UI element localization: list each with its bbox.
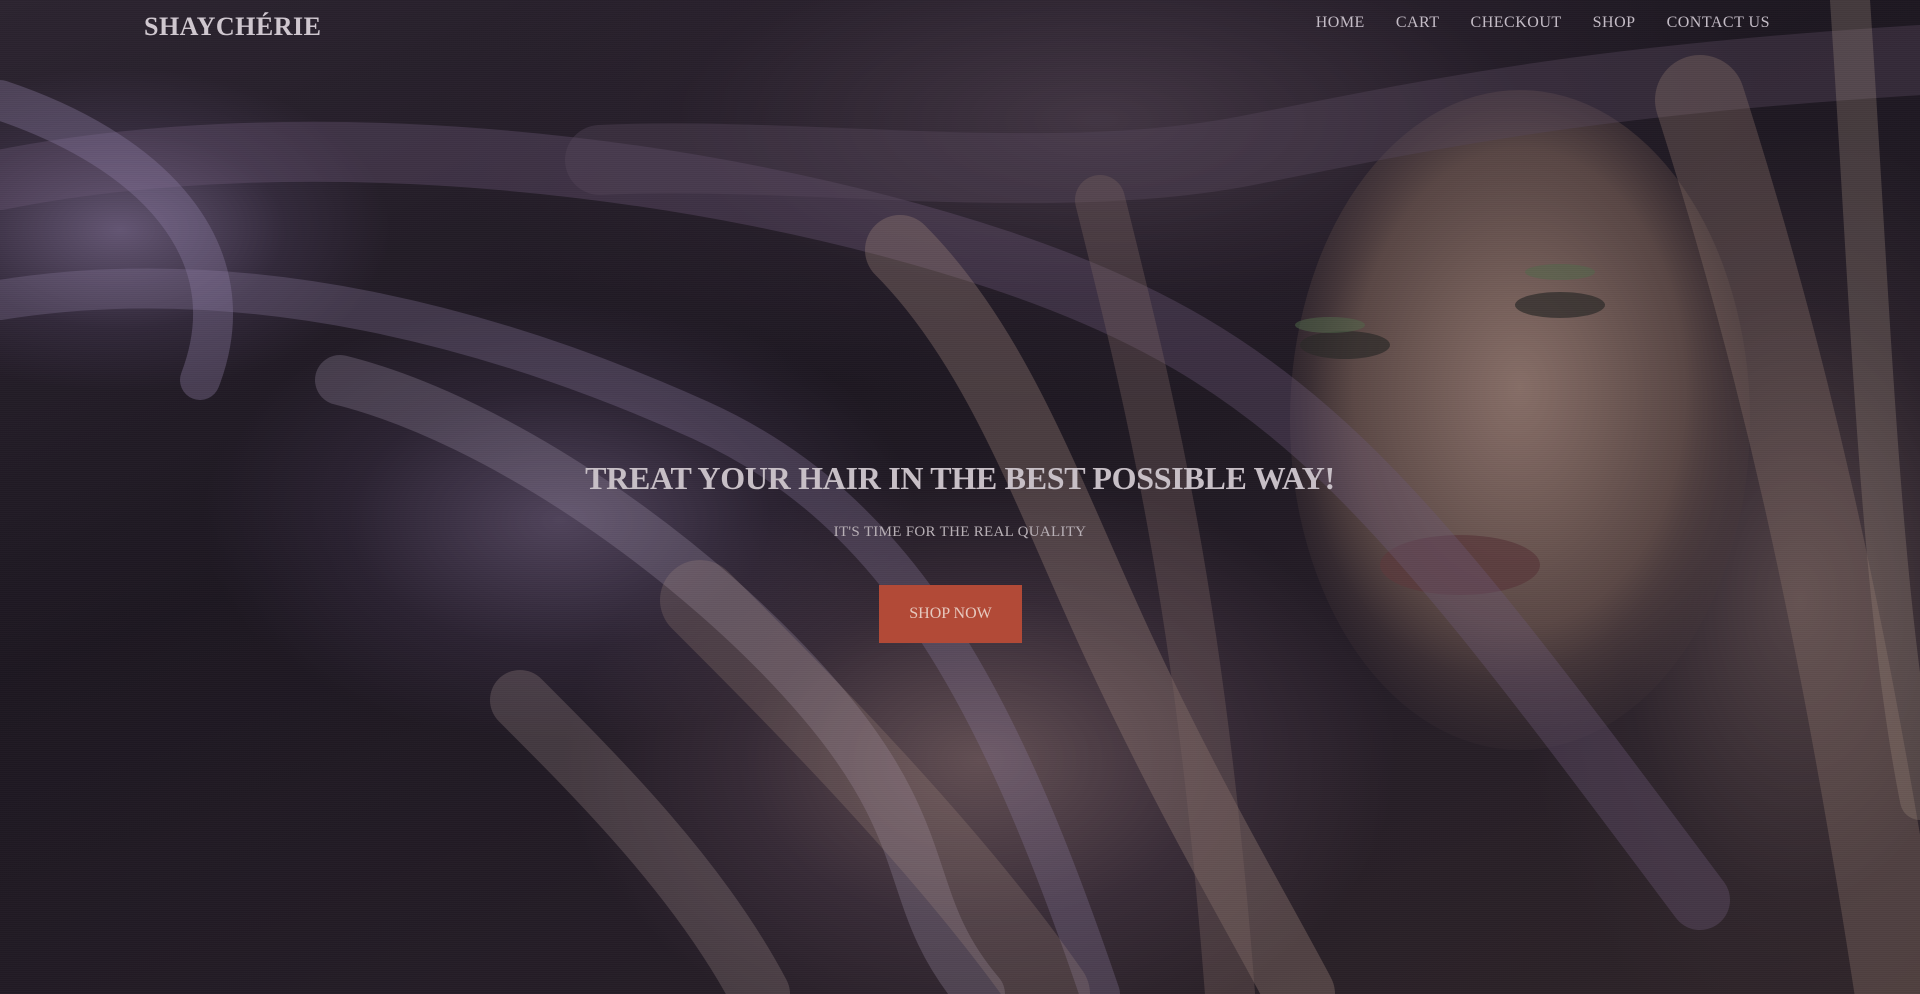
shop-now-button[interactable]: SHOP NOW — [879, 585, 1022, 643]
nav-item-checkout[interactable]: CHECKOUT — [1471, 14, 1562, 32]
nav-item-cart[interactable]: CART — [1396, 14, 1440, 32]
nav-item-home[interactable]: HOME — [1316, 14, 1365, 32]
nav-item-contact-us[interactable]: CONTACT US — [1667, 14, 1770, 32]
nav-item-shop[interactable]: SHOP — [1593, 14, 1636, 32]
nav-menu: HOME CART CHECKOUT SHOP CONTACT US — [1316, 14, 1770, 32]
brand-logo[interactable]: SHAYCHÉRIE — [144, 12, 321, 42]
hero-background-image — [0, 0, 1920, 994]
hero-section: SHAYCHÉRIE HOME CART CHECKOUT SHOP CONTA… — [0, 0, 1920, 994]
hero-subheadline: IT'S TIME FOR THE REAL QUALITY — [833, 524, 1087, 540]
top-navigation: SHAYCHÉRIE HOME CART CHECKOUT SHOP CONTA… — [0, 0, 1920, 50]
hero-headline: TREAT YOUR HAIR IN THE BEST POSSIBLE WAY… — [585, 460, 1335, 496]
